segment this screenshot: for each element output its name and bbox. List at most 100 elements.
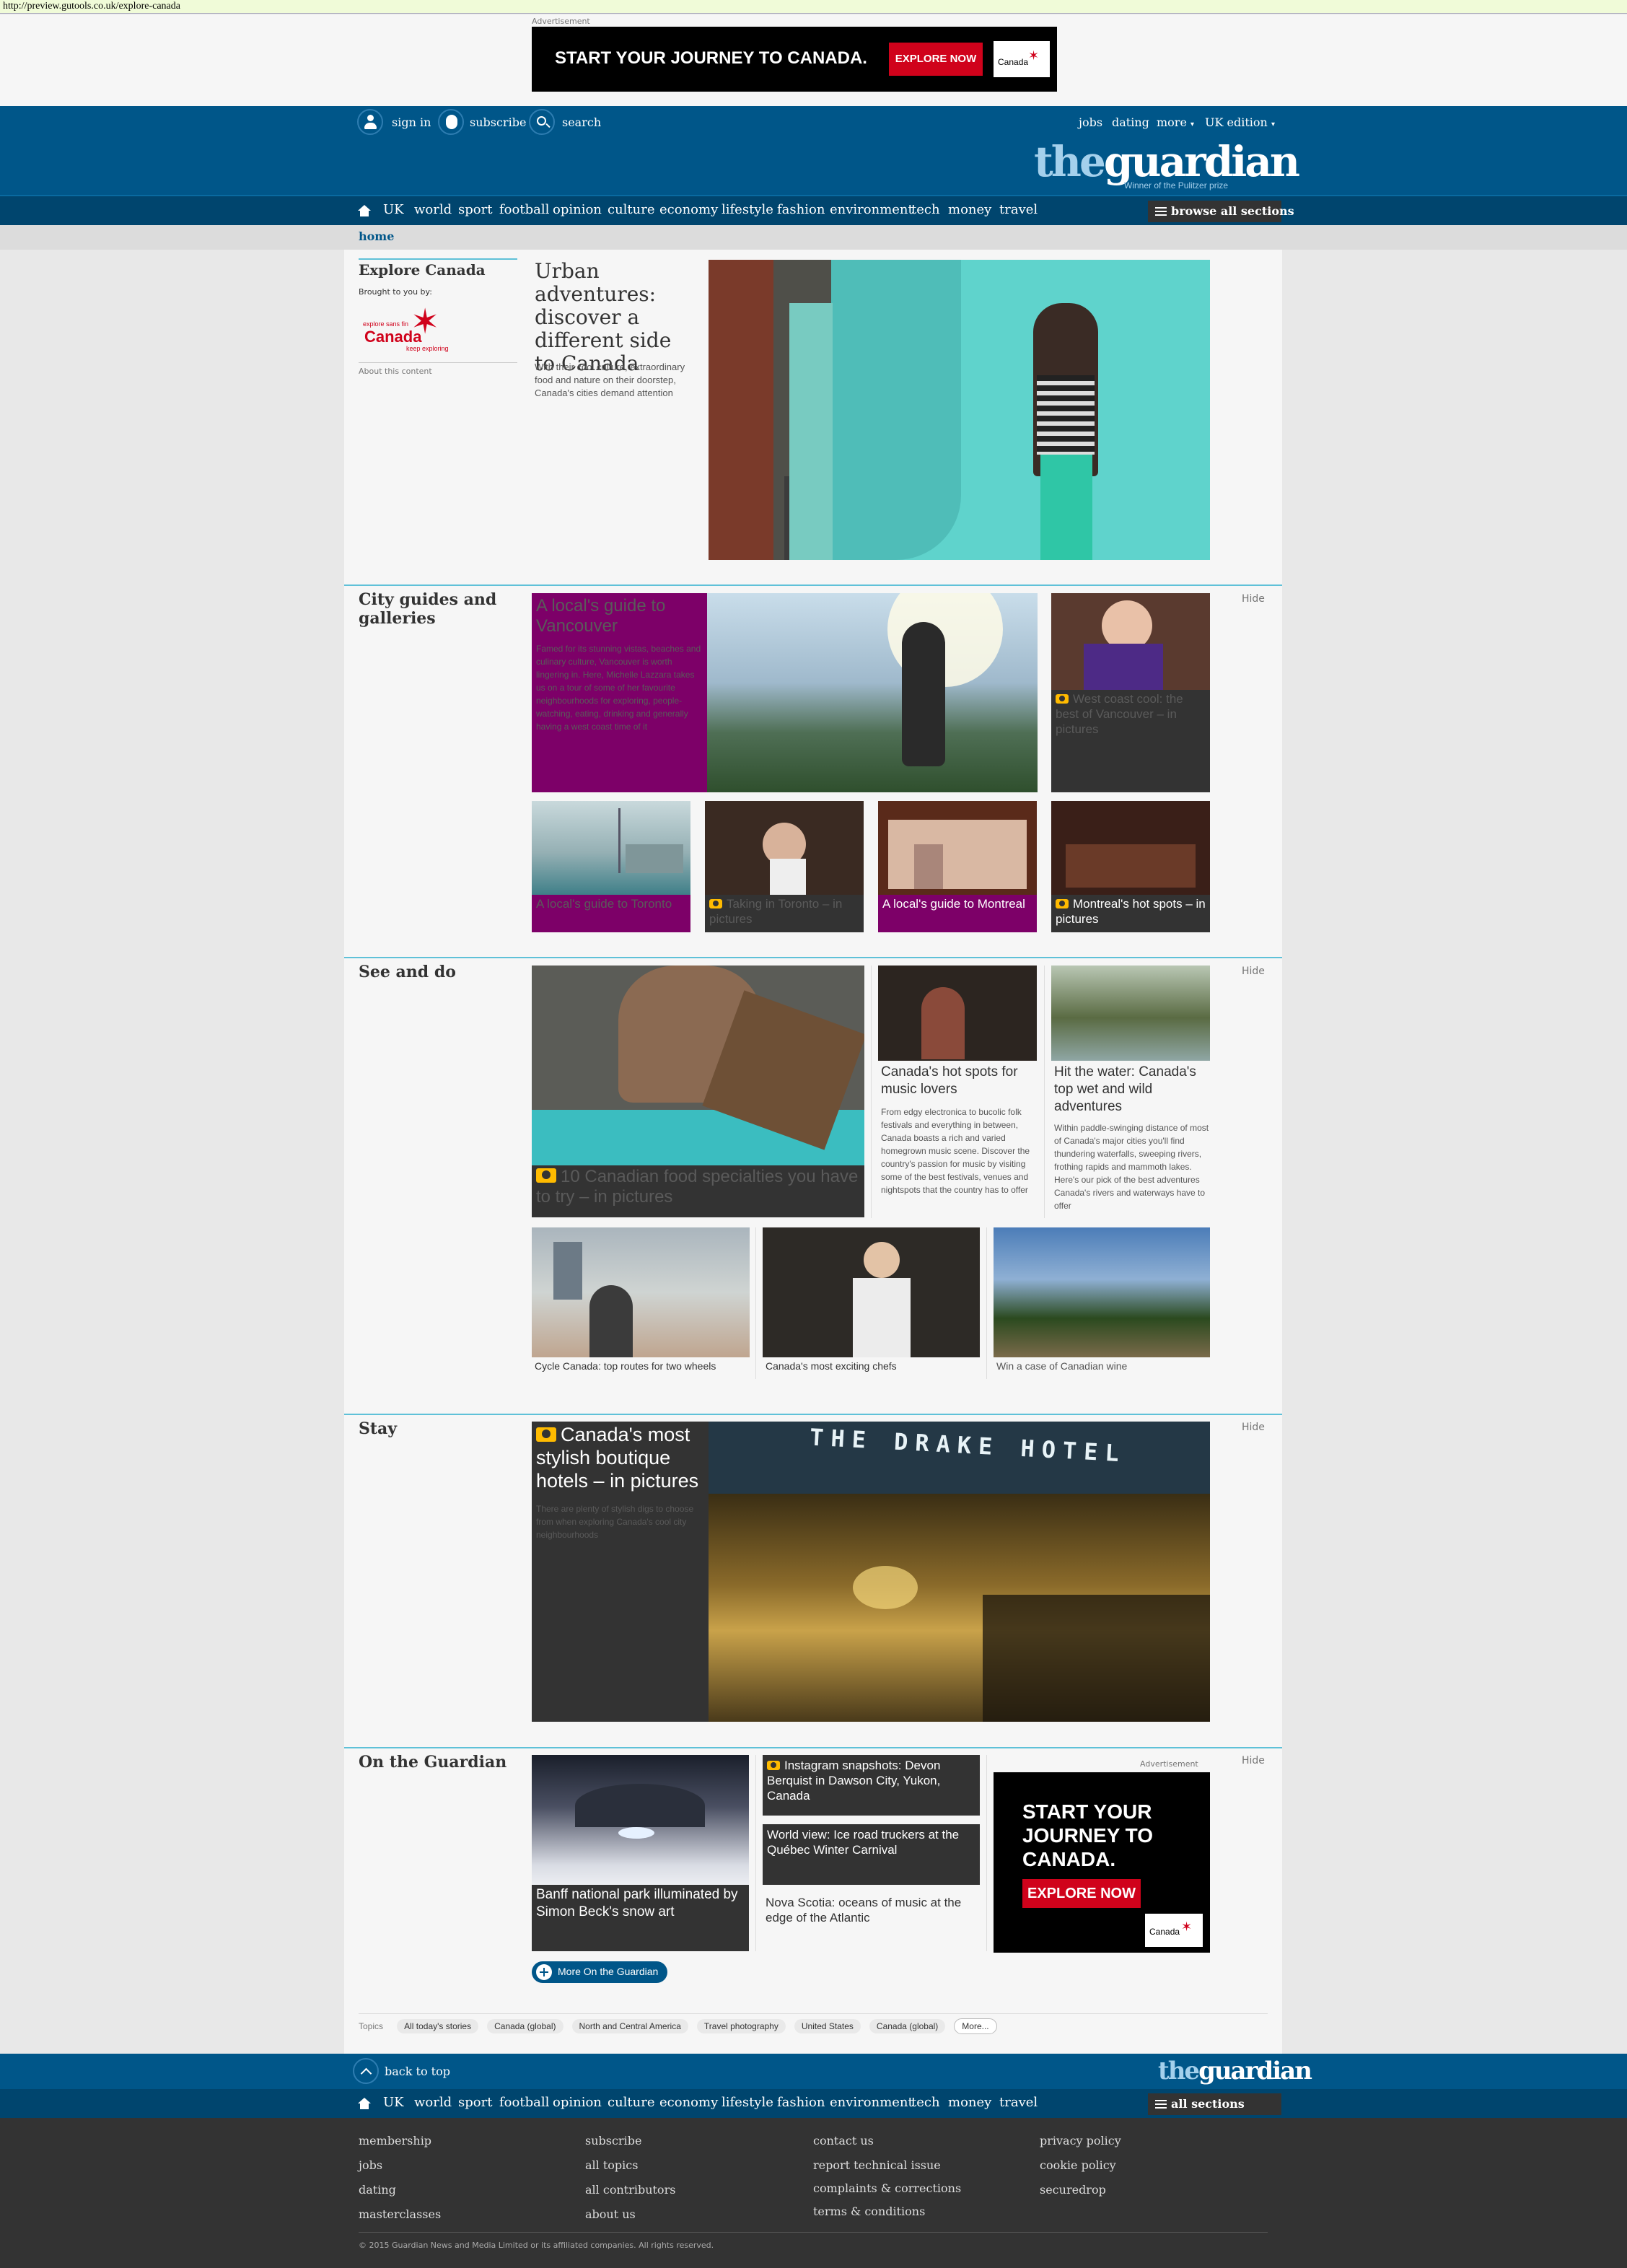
browse-all-sections-button[interactable]: browse all sections — [1148, 201, 1294, 222]
toronto-pics-card[interactable]: Taking in Toronto – in pictures — [705, 895, 864, 932]
chefs-title[interactable]: Canada's most exciting chefs — [766, 1359, 978, 1373]
chevron-up-icon[interactable] — [353, 2058, 379, 2084]
nav-item-travel[interactable]: travel — [999, 202, 1038, 217]
edition-menu[interactable]: UK edition ▾ — [1205, 115, 1275, 129]
footer-link[interactable]: subscribe — [585, 2134, 641, 2147]
water-image[interactable] — [1051, 966, 1210, 1061]
montreal-pics-image[interactable] — [1051, 801, 1210, 895]
topic-tag[interactable]: Travel photography — [696, 2019, 786, 2033]
drake-hotel-image[interactable]: THE DRAKE HOTEL — [709, 1422, 1210, 1722]
nav-item-opinion[interactable]: opinion — [553, 2095, 602, 2110]
music-image[interactable] — [878, 966, 1037, 1061]
topic-more-tag[interactable]: More... — [954, 2018, 997, 2034]
wine-title[interactable]: Win a case of Canadian wine — [996, 1359, 1209, 1373]
nav-item-money[interactable]: money — [948, 202, 991, 217]
topic-tag[interactable]: United States — [794, 2019, 861, 2033]
home-icon[interactable] — [358, 205, 371, 216]
topic-tag[interactable]: North and Central America — [571, 2019, 688, 2033]
footer-link[interactable]: all contributors — [585, 2183, 675, 2197]
footer-link[interactable]: cookie policy — [1040, 2158, 1116, 2172]
more-menu[interactable]: more ▾ — [1157, 115, 1194, 129]
footer-link[interactable]: all topics — [585, 2158, 638, 2172]
hero-headline[interactable]: Urban adventures: discover a different s… — [535, 260, 695, 375]
nav-item-lifestyle[interactable]: lifestyle — [722, 202, 773, 217]
music-title[interactable]: Canada's hot spots for music lovers — [881, 1064, 1037, 1098]
instagram-card[interactable]: Instagram snapshots: Devon Berquist in D… — [763, 1755, 980, 1816]
all-sections-button[interactable]: all sections — [1148, 2093, 1281, 2115]
nav-item-tech[interactable]: tech — [911, 202, 940, 217]
about-this-content-link[interactable]: About this content — [359, 367, 432, 376]
nav-item-fashion[interactable]: fashion — [777, 2095, 825, 2110]
back-to-top-link[interactable]: back to top — [385, 2065, 450, 2078]
nav-item-opinion[interactable]: opinion — [553, 202, 602, 217]
nav-item-environment[interactable]: environment — [830, 2095, 913, 2110]
breadcrumb-home[interactable]: home — [359, 229, 394, 243]
hide-onguardian-button[interactable]: Hide — [1242, 1755, 1265, 1766]
banff-image[interactable] — [532, 1755, 749, 1885]
subscribe-icon[interactable] — [438, 109, 464, 135]
food-card[interactable]: 10 Canadian food specialties you have to… — [532, 1165, 864, 1217]
nav-item-football[interactable]: football — [499, 202, 549, 217]
nav-item-environment[interactable]: environment — [830, 202, 913, 217]
nav-item-sport[interactable]: sport — [458, 202, 492, 217]
nav-item-economy[interactable]: economy — [659, 202, 718, 217]
nav-item-fashion[interactable]: fashion — [777, 202, 825, 217]
west-coast-card[interactable]: West coast cool: the best of Vancouver –… — [1051, 690, 1210, 792]
novascotia-title[interactable]: Nova Scotia: oceans of music at the edge… — [766, 1895, 975, 1925]
chefs-image[interactable] — [763, 1227, 980, 1357]
footer-link[interactable]: about us — [585, 2207, 636, 2221]
water-title[interactable]: Hit the water: Canada's top wet and wild… — [1054, 1064, 1210, 1116]
nav-item-uk[interactable]: UK — [383, 2095, 404, 2110]
cycle-title[interactable]: Cycle Canada: top routes for two wheels — [535, 1359, 747, 1373]
dating-link[interactable]: dating — [1112, 115, 1149, 129]
nav-item-money[interactable]: money — [948, 2095, 991, 2110]
footer-link[interactable]: complaints & corrections — [813, 2181, 961, 2195]
guardian-logo-small[interactable]: theguardian — [1158, 2057, 1312, 2085]
search-icon[interactable] — [529, 109, 555, 135]
nav-item-culture[interactable]: culture — [608, 202, 655, 217]
more-on-guardian-button[interactable]: More On the Guardian — [532, 1961, 667, 1983]
topic-tag[interactable]: Canada (global) — [869, 2019, 946, 2033]
nav-item-culture[interactable]: culture — [608, 2095, 655, 2110]
food-image[interactable] — [532, 966, 864, 1165]
montreal-pics-card[interactable]: Montreal's hot spots – in pictures — [1051, 895, 1210, 932]
banff-card[interactable]: Banff national park illuminated by Simon… — [532, 1885, 749, 1951]
search-link[interactable]: search — [562, 115, 601, 129]
vancouver-image[interactable] — [707, 593, 1038, 792]
city-lead-card[interactable]: A local's guide to Vancouver Famed for i… — [532, 593, 707, 792]
west-coast-image[interactable] — [1051, 593, 1210, 690]
footer-link[interactable]: dating — [359, 2183, 396, 2197]
nav-item-travel[interactable]: travel — [999, 2095, 1038, 2110]
footer-link[interactable]: report technical issue — [813, 2158, 941, 2172]
topic-tag[interactable]: Canada (global) — [487, 2019, 563, 2033]
hide-city-button[interactable]: Hide — [1242, 593, 1265, 605]
toronto-guide-card[interactable]: A local's guide to Toronto — [532, 895, 690, 932]
user-icon[interactable] — [357, 109, 383, 135]
topic-tag[interactable]: All today's stories — [397, 2019, 479, 2033]
toronto-pics-image[interactable] — [705, 801, 864, 895]
nav-item-economy[interactable]: economy — [659, 2095, 718, 2110]
sign-in-link[interactable]: sign in — [392, 115, 431, 129]
stay-card[interactable]: Canada's most stylish boutique hotels – … — [532, 1422, 709, 1722]
banner-ad[interactable]: START YOUR JOURNEY TO CANADA. EXPLORE NO… — [532, 27, 1057, 92]
mpu-ad-cta[interactable]: EXPLORE NOW — [1022, 1879, 1141, 1908]
mpu-ad[interactable]: START YOUR JOURNEY TO CANADA. EXPLORE NO… — [994, 1772, 1210, 1953]
nav-item-lifestyle[interactable]: lifestyle — [722, 2095, 773, 2110]
montreal-image[interactable] — [878, 801, 1037, 895]
footer-link[interactable]: contact us — [813, 2134, 874, 2147]
hide-see-button[interactable]: Hide — [1242, 966, 1265, 977]
subscribe-link[interactable]: subscribe — [470, 115, 526, 129]
nav-item-sport[interactable]: sport — [458, 2095, 492, 2110]
footer-link[interactable]: securedrop — [1040, 2183, 1106, 2197]
footer-link[interactable]: jobs — [359, 2158, 382, 2172]
sponsor-logo[interactable]: explore sans fin Canada ✶ keep exploring — [359, 303, 467, 354]
guardian-logo[interactable]: theguardian — [1034, 139, 1300, 184]
nav-item-tech[interactable]: tech — [911, 2095, 940, 2110]
footer-link[interactable]: masterclasses — [359, 2207, 441, 2221]
nav-item-football[interactable]: football — [499, 2095, 549, 2110]
footer-link[interactable]: membership — [359, 2134, 431, 2147]
jobs-link[interactable]: jobs — [1079, 115, 1102, 129]
nav-item-world[interactable]: world — [414, 2095, 452, 2110]
nav-item-world[interactable]: world — [414, 202, 452, 217]
banner-ad-cta[interactable]: EXPLORE NOW — [889, 43, 983, 76]
